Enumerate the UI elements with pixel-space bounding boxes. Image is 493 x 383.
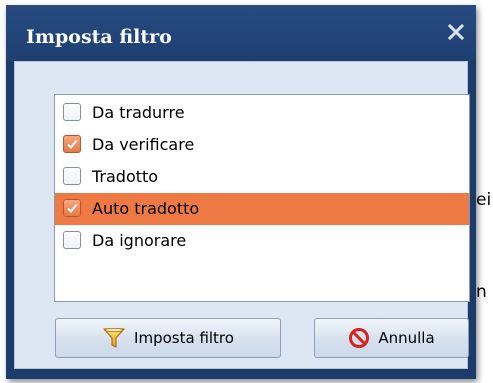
- no-entry-icon: [348, 327, 370, 349]
- background-text-fragment: n: [476, 282, 487, 302]
- checkbox-checked[interactable]: [63, 199, 81, 217]
- apply-filter-button[interactable]: Imposta filtro: [55, 318, 281, 358]
- dialog-body: Da tradurre Da verificare Tradotto Auto …: [14, 61, 470, 369]
- cancel-label: Annulla: [378, 329, 435, 347]
- funnel-icon: [102, 326, 126, 350]
- filter-dialog: Imposta filtro Da tradurre Da verificare: [6, 5, 476, 379]
- list-item-label: Tradotto: [92, 167, 159, 186]
- dialog-title: Imposta filtro: [26, 26, 172, 48]
- checkmark-icon: [67, 203, 78, 214]
- list-item-label: Auto tradotto: [92, 199, 200, 218]
- checkbox[interactable]: [63, 103, 81, 121]
- list-item-auto-tradotto[interactable]: Auto tradotto: [55, 193, 469, 225]
- cancel-button[interactable]: Annulla: [314, 318, 469, 358]
- list-item-label: Da tradurre: [92, 103, 185, 122]
- checkbox[interactable]: [63, 231, 81, 249]
- status-filter-list[interactable]: Da tradurre Da verificare Tradotto Auto …: [54, 94, 470, 302]
- apply-filter-label: Imposta filtro: [134, 329, 234, 347]
- list-item-da-ignorare[interactable]: Da ignorare: [55, 225, 469, 257]
- checkbox[interactable]: [63, 167, 81, 185]
- list-item-da-verificare[interactable]: Da verificare: [55, 129, 469, 161]
- close-icon: [448, 24, 464, 40]
- checkbox-checked[interactable]: [63, 135, 81, 153]
- list-item-da-tradurre[interactable]: Da tradurre: [55, 97, 469, 129]
- background-text-fragment: ei: [476, 190, 492, 210]
- checkmark-icon: [67, 139, 78, 150]
- list-item-label: Da verificare: [92, 135, 195, 154]
- title-bar[interactable]: Imposta filtro: [6, 5, 476, 61]
- list-item-label: Da ignorare: [92, 231, 187, 250]
- list-item-tradotto[interactable]: Tradotto: [55, 161, 469, 193]
- close-button[interactable]: [444, 19, 468, 45]
